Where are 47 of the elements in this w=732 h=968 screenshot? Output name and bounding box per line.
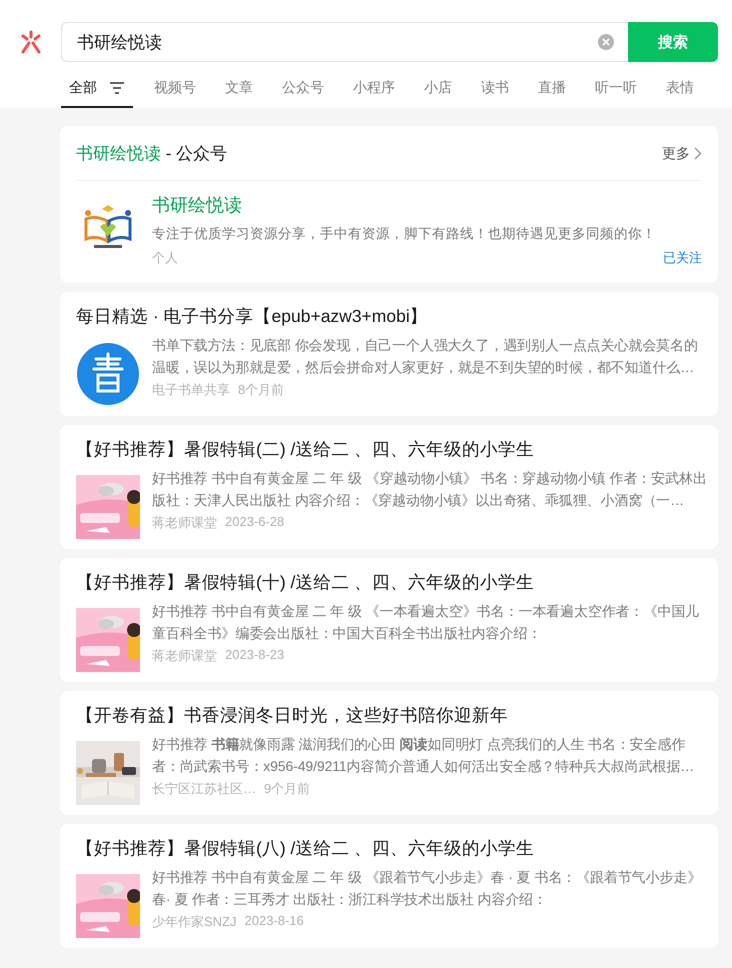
filter-tab[interactable]: 小程序	[345, 70, 403, 108]
filter-tab[interactable]: 视频号	[146, 70, 204, 108]
article-time: 2023-8-16	[244, 913, 304, 930]
article-source: 蒋老师课堂	[152, 647, 217, 665]
filter-tab[interactable]: 听一听	[587, 70, 645, 108]
filter-icon[interactable]	[109, 82, 125, 94]
article-title: 【好书推荐】暑假特辑(二) /送给二 、四、六年级的小学生	[76, 438, 536, 461]
article-summary: 好书推荐 书中自有黄金屋 二 年 级 《跟着节气小步走》春 · 夏 书名：《跟着节气小步走》春· 夏 作者：三耳秀才 出版社：浙江科学技术出版社 内容介绍：	[152, 868, 702, 909]
article-source: 电子书单共享	[152, 381, 230, 399]
article-summary: 好书推荐 书籍就像雨露 滋润我们的心田 阅读如同明灯 点亮我们的人生 书名：安全感作者：尚武索书号：x956-49/9211内容简介普通人如何活出安全感？特种兵大叔尚武根据…	[152, 735, 696, 776]
article-time: 2023-8-23	[225, 647, 284, 664]
article-time: 9个月前	[264, 780, 310, 798]
article-time: 2023-6-28	[225, 514, 284, 531]
article-title: 【好书推荐】暑假特辑(八) /送给二 、四、六年级的小学生	[76, 837, 536, 860]
article-source: 长宁区江苏社区…	[152, 780, 256, 798]
clear-icon[interactable]	[598, 34, 614, 50]
article-card[interactable]: 【好书推荐】暑假特辑(八) /送给二 、四、六年级的小学生 好书推荐 书中自有黄金屋 二 年 级 《跟着节气小步走》春 · 夏 书名：《跟着节气小步走》春· 夏 作者：三耳秀才 出版社：浙江科学技术出版社 内容介绍： 少年作家SNZJ 2023-8-16	[60, 824, 718, 948]
article-title: 【开卷有益】书香浸润冬日时光，这些好书陪你迎新年	[76, 704, 509, 727]
filter-tab[interactable]: 文章	[217, 70, 261, 108]
book-logo-icon	[76, 342, 140, 406]
article-card[interactable]: 【好书推荐】暑假特辑(十) /送给二 、四、六年级的小学生 好书推荐 书中自有黄金屋 二 年 级 《一本看遍太空》书名：一本看遍太空作者：《中国儿童百科全书》编委会出版社：中国大百科全书出版社内容介绍： 蒋老师课堂 2023-8-23	[60, 558, 718, 682]
filter-tab[interactable]: 小店	[416, 70, 460, 108]
section-title: 书研绘悦读 - 公众号	[76, 143, 228, 165]
article-card[interactable]: 【好书推荐】暑假特辑(二) /送给二 、四、六年级的小学生 好书推荐 书中自有黄金屋 二 年 级 《穿越动物小镇》 书名：穿越动物小镇 作者：安武林出版社：天津人民出版社 内容介绍：《穿越动物小镇》以出奇猪、乖狐狸、小酒窝（一… 蒋老师课堂 2023-6-28	[60, 425, 718, 549]
filter-tab[interactable]: 表情	[658, 70, 702, 108]
article-card[interactable]: 【开卷有益】书香浸润冬日时光，这些好书陪你迎新年 好书推荐 书籍就像雨露 滋润我们的心田 阅读如同明灯 点亮我们的人生 书名：安全感作者：尚武索书号：x956-49/9211内容简介普通人如何活出安全感？特种兵大叔尚武根据… 长宁区江苏社区… 9个月前	[60, 691, 718, 815]
account-type: 个人	[152, 249, 178, 267]
article-title: 每日精选 · 电子书分享【epub+azw3+mobi】	[76, 305, 429, 328]
search-button[interactable]: 搜索	[628, 22, 718, 62]
account-description: 专注于优质学习资源分享，手中有资源，脚下有路线！也期待遇见更多同频的你！	[152, 225, 657, 243]
article-source: 蒋老师课堂	[152, 514, 217, 532]
filter-tab[interactable]: 直播	[530, 70, 574, 108]
chevron-right-icon[interactable]	[694, 147, 702, 160]
account-name[interactable]: 书研绘悦读	[152, 193, 702, 217]
article-summary: 好书推荐 书中自有黄金屋 二 年 级 《穿越动物小镇》 书名：穿越动物小镇 作者：安武林出版社：天津人民出版社 内容介绍：《穿越动物小镇》以出奇猪、乖狐狸、小酒窝（一…	[152, 469, 708, 510]
search-field[interactable]: 书研绘悦读	[61, 22, 628, 62]
article-title: 【好书推荐】暑假特辑(十) /送给二 、四、六年级的小学生	[76, 571, 536, 594]
more-link[interactable]: 更多	[662, 144, 702, 162]
article-summary: 好书推荐 书中自有黄金屋 二 年 级 《一本看遍太空》书名：一本看遍太空作者：《中国儿童百科全书》编委会出版社：中国大百科全书出版社内容介绍：	[152, 602, 700, 643]
article-time: 8个月前	[238, 381, 284, 399]
follow-status[interactable]: 已关注	[663, 249, 702, 267]
article-source: 少年作家SNZJ	[152, 913, 236, 931]
article-summary: 书单下载方法：见底部 你会发现，自己一个人强大久了，遇到别人一点点关心就会莫名的温暖，误以为那就是爱，然后会拼命对人家更好，就是不到失望的时候，都不知道什么…	[152, 336, 699, 377]
filter-tab[interactable]: 公众号	[274, 70, 332, 108]
article-card[interactable]: 每日精选 · 电子书分享【epub+azw3+mobi】 书单下载方法：见底部 你会发现，自己一个人强大久了，遇到别人一点点关心就会莫名的温暖，误以为那就是爱，然后会拼命对人家更好，就是不到失望的时候，都不知道什么… 电子书单共享 8个月前	[60, 292, 718, 416]
filter-tab[interactable]: 全部	[61, 70, 133, 108]
filter-tab[interactable]: 读书	[473, 70, 517, 108]
